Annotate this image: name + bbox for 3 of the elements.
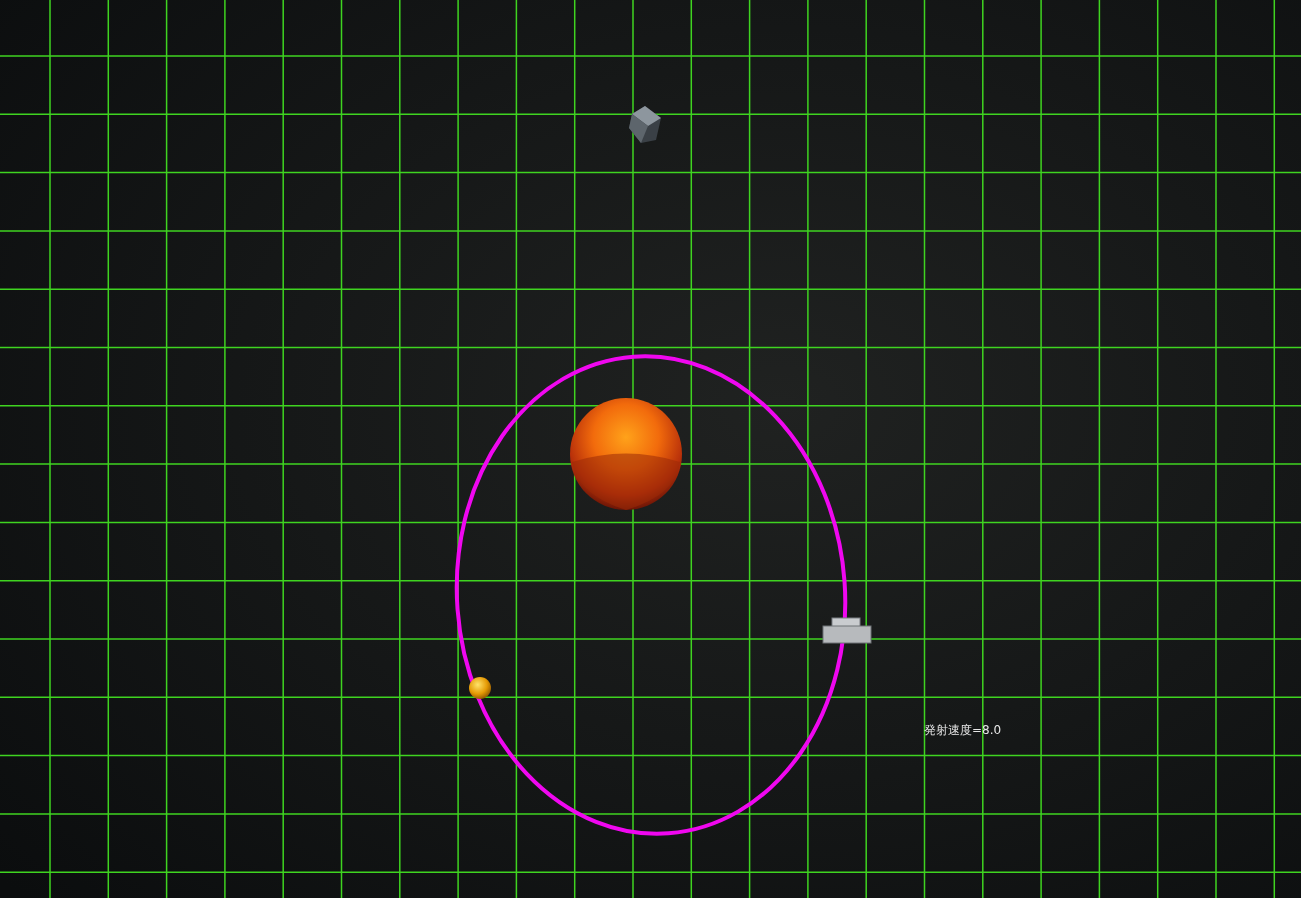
cube-drawing	[629, 106, 661, 143]
platform-drawing	[822, 617, 872, 644]
small-sphere	[469, 677, 491, 699]
